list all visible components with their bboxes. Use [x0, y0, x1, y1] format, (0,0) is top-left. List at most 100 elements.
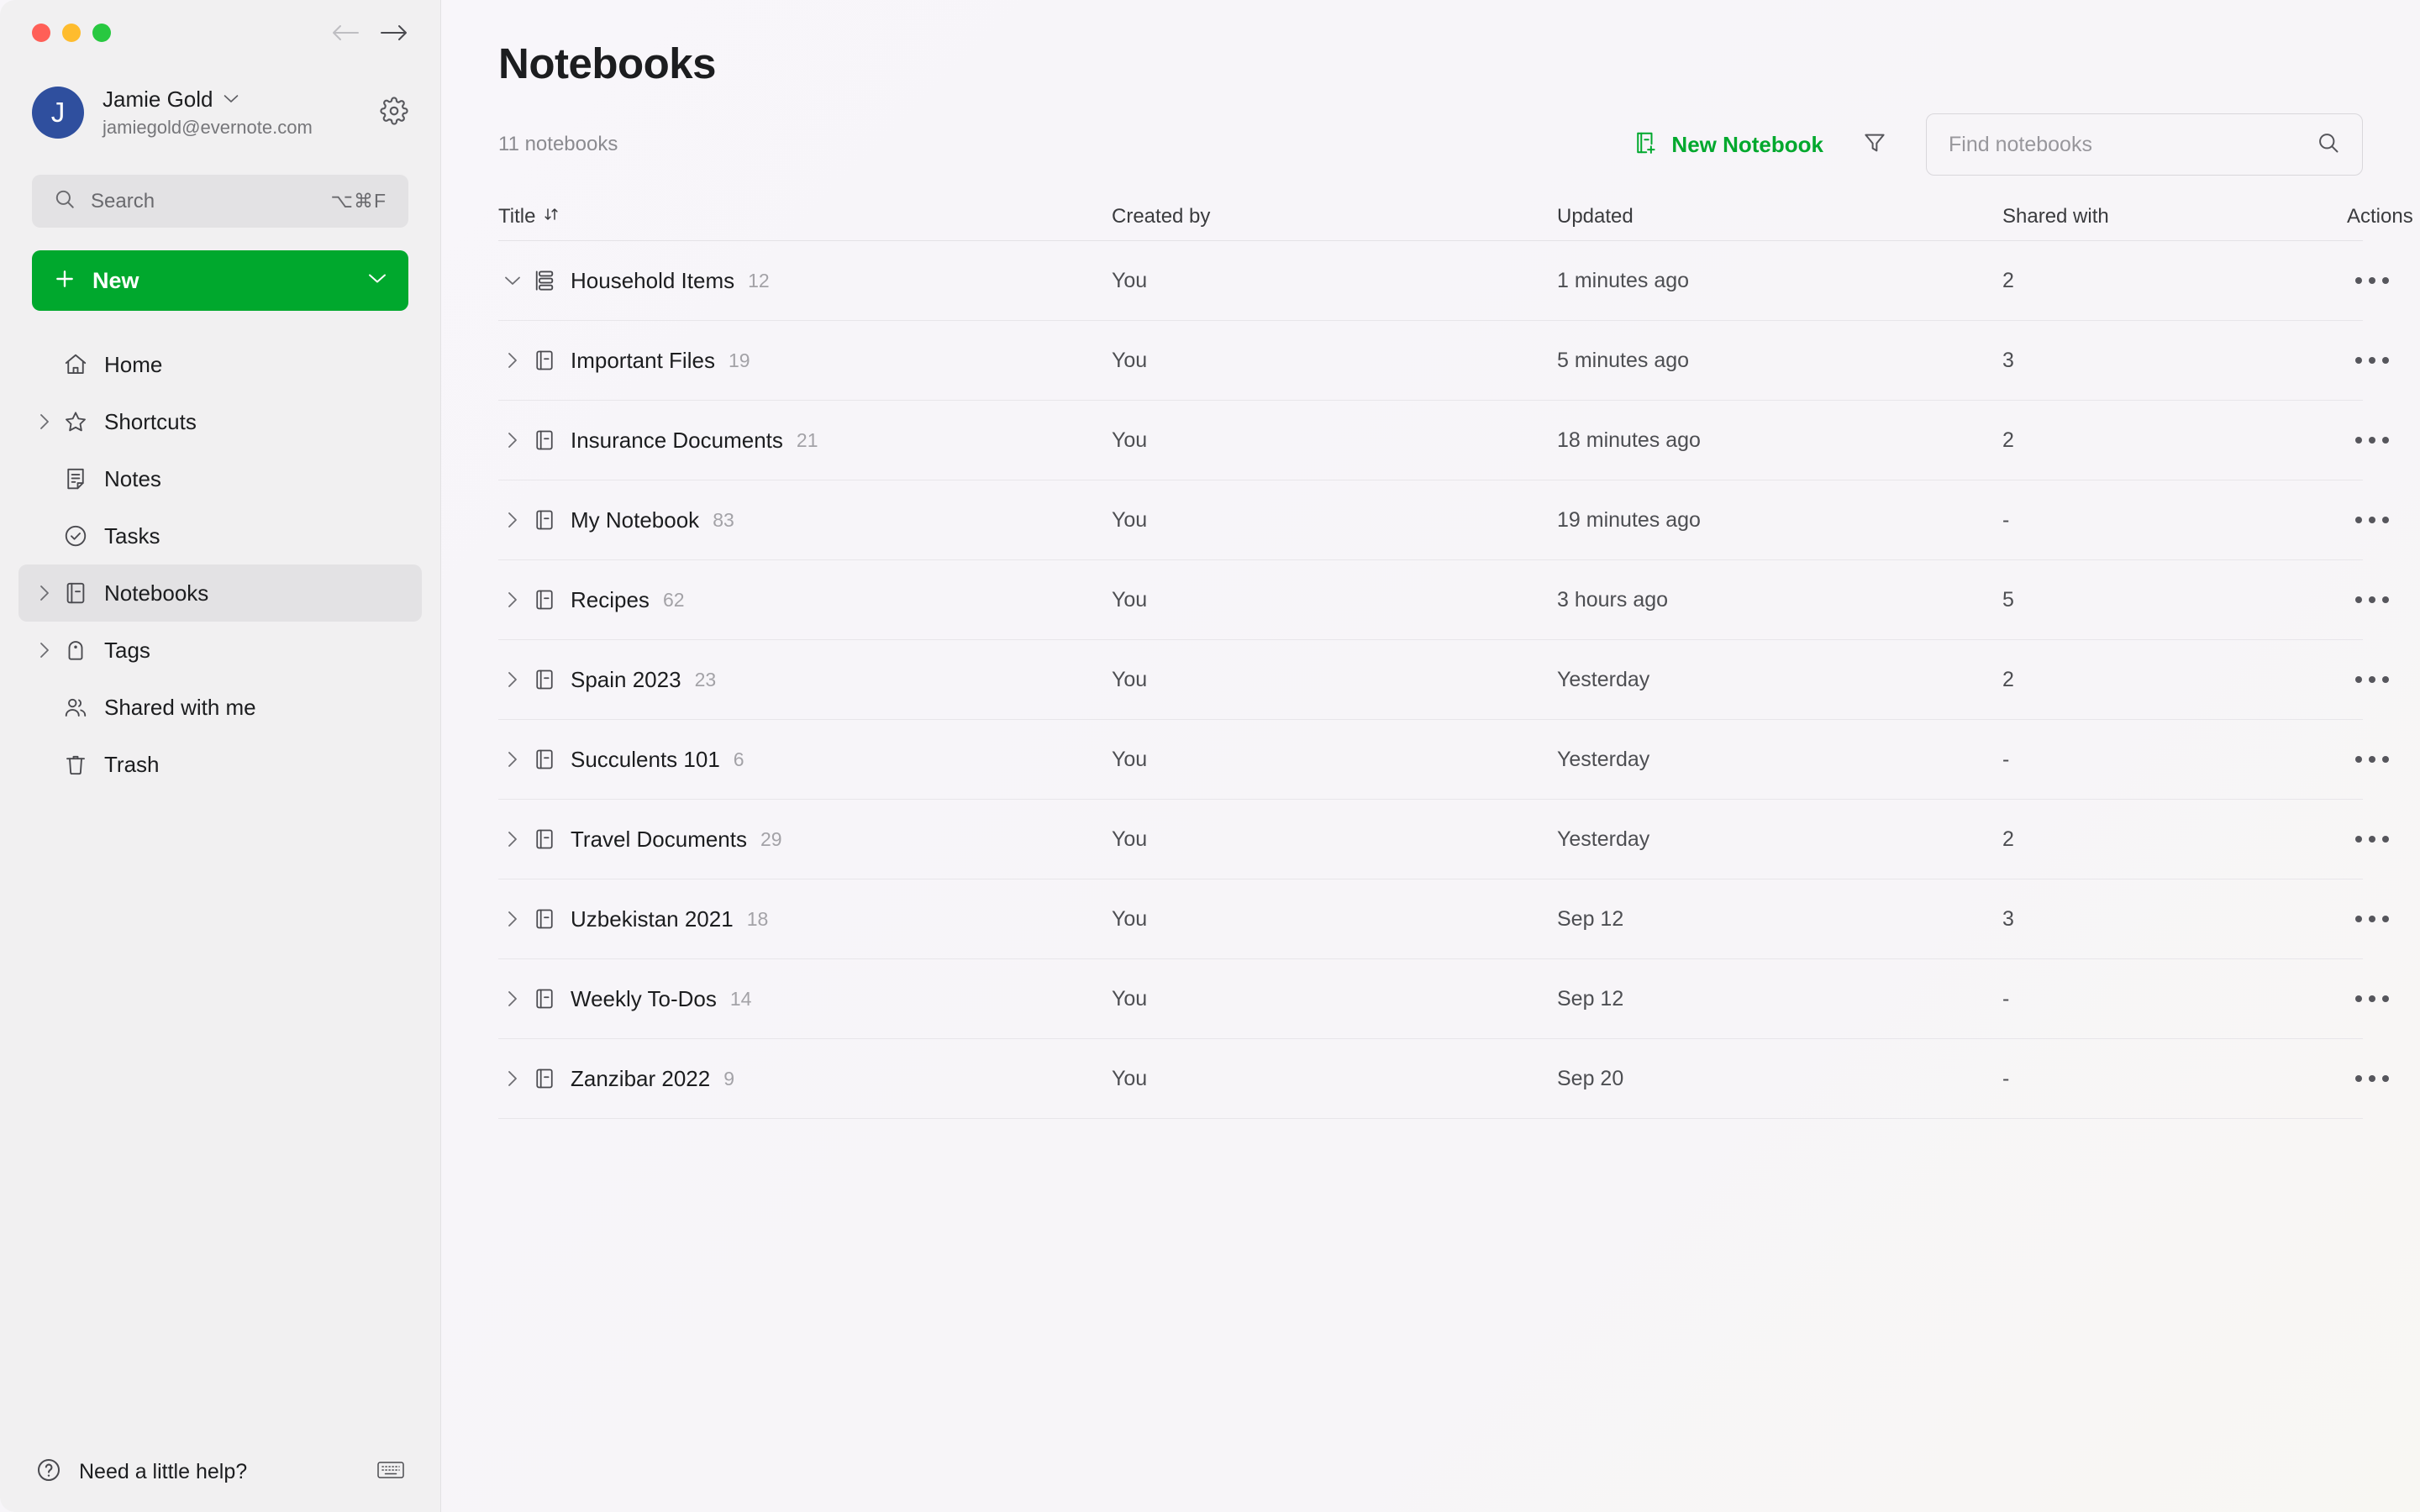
maximize-window-button[interactable]	[92, 24, 111, 42]
note-icon	[57, 466, 94, 491]
sidebar-item-notebooks[interactable]: Notebooks	[18, 564, 422, 622]
row-title-cell: Weekly To-Dos 14	[498, 986, 1112, 1012]
chevron-down-icon[interactable]	[498, 276, 527, 286]
chevron-right-icon[interactable]	[498, 432, 527, 449]
row-actions-menu-button[interactable]	[2347, 824, 2397, 854]
new-notebook-icon	[1633, 130, 1658, 160]
row-updated: 18 minutes ago	[1557, 428, 1701, 452]
row-actions-menu-button[interactable]	[2347, 345, 2397, 375]
chevron-down-icon[interactable]	[224, 92, 239, 108]
forward-arrow-icon[interactable]	[380, 23, 408, 43]
help-bar[interactable]: Need a little help?	[0, 1431, 440, 1512]
notebook-icon	[527, 987, 562, 1011]
row-actions-menu-button[interactable]	[2347, 904, 2397, 934]
chevron-right-icon[interactable]	[498, 1070, 527, 1087]
column-header-title[interactable]: Title	[498, 205, 1112, 228]
app-window: J Jamie Gold jamiegold@evernote.com Sear…	[0, 0, 2420, 1512]
table-row[interactable]: Weekly To-Dos 14 You Sep 12 -	[498, 959, 2389, 1039]
sidebar-item-shared-with-me[interactable]: Shared with me	[18, 679, 422, 736]
table-row[interactable]: Important Files 19 You 5 minutes ago 3	[498, 321, 2389, 401]
table-row[interactable]: Uzbekistan 2021 18 You Sep 12 3	[498, 879, 2389, 959]
row-shared-with: 2	[2002, 428, 2014, 452]
row-updated: 19 minutes ago	[1557, 507, 1701, 532]
table-row[interactable]: Succulents 101 6 You Yesterday -	[498, 720, 2389, 800]
close-window-button[interactable]	[32, 24, 50, 42]
chevron-right-icon[interactable]	[498, 831, 527, 848]
table-row[interactable]: Spain 2023 23 You Yesterday 2	[498, 640, 2389, 720]
page-title: Notebooks	[498, 39, 717, 87]
sidebar-item-tags[interactable]: Tags	[18, 622, 422, 679]
chevron-down-icon[interactable]	[368, 273, 387, 288]
find-notebooks-input[interactable]: Find notebooks	[1926, 113, 2363, 176]
minimize-window-button[interactable]	[62, 24, 81, 42]
sidebar-item-label: Tasks	[104, 522, 160, 549]
row-actions-menu-button[interactable]	[2347, 984, 2397, 1014]
keyboard-icon[interactable]	[376, 1459, 405, 1485]
chevron-right-icon[interactable]	[498, 671, 527, 688]
row-actions-menu-button[interactable]	[2347, 1063, 2397, 1094]
sidebar-item-shortcuts[interactable]: Shortcuts	[18, 393, 422, 450]
row-actions-cell	[2347, 904, 2401, 934]
table-body: Household Items 12 You 1 minutes ago 2 I…	[498, 241, 2389, 1119]
account-section[interactable]: J Jamie Gold jamiegold@evernote.com	[0, 66, 440, 153]
search-input[interactable]: Search ⌥⌘F	[32, 175, 408, 228]
row-created-by: You	[1112, 906, 1148, 931]
new-notebook-button[interactable]: New Notebook	[1633, 130, 1823, 160]
column-header-created-by[interactable]: Created by	[1112, 205, 1557, 228]
row-actions-menu-button[interactable]	[2347, 585, 2397, 615]
row-actions-menu-button[interactable]	[2347, 664, 2397, 695]
row-updated: Sep 20	[1557, 1066, 1624, 1090]
row-updated: 1 minutes ago	[1557, 268, 1690, 292]
traffic-lights	[32, 24, 111, 42]
row-actions-menu-button[interactable]	[2347, 265, 2397, 296]
window-titlebar	[0, 0, 440, 66]
sidebar-item-notes[interactable]: Notes	[18, 450, 422, 507]
sidebar-item-trash[interactable]: Trash	[18, 736, 422, 793]
row-updated: 3 hours ago	[1557, 587, 1669, 612]
table-row[interactable]: Insurance Documents 21 You 18 minutes ag…	[498, 401, 2389, 480]
sort-arrows-icon[interactable]	[544, 205, 559, 228]
chevron-right-icon[interactable]	[498, 990, 527, 1007]
table-row[interactable]: Household Items 12 You 1 minutes ago 2	[498, 241, 2389, 321]
notebook-icon	[527, 508, 562, 532]
chevron-right-icon[interactable]	[32, 413, 57, 430]
row-actions-cell	[2347, 824, 2401, 854]
search-icon[interactable]	[2317, 131, 2340, 159]
table-row[interactable]: Travel Documents 29 You Yesterday 2	[498, 800, 2389, 879]
column-header-updated[interactable]: Updated	[1557, 205, 2002, 228]
sidebar-item-home[interactable]: Home	[18, 336, 422, 393]
sidebar-item-tasks[interactable]: Tasks	[18, 507, 422, 564]
filter-icon[interactable]	[1852, 125, 1897, 165]
sidebar-item-label: Notes	[104, 465, 161, 491]
new-button-label: New	[92, 267, 139, 293]
toolbar-actions: New Notebook Find notebooks	[1633, 113, 2363, 176]
chevron-right-icon[interactable]	[32, 585, 57, 601]
chevron-right-icon[interactable]	[498, 352, 527, 369]
row-title: Important Files	[571, 347, 715, 373]
row-actions-menu-button[interactable]	[2347, 505, 2397, 535]
row-shared-with: 3	[2002, 906, 2014, 931]
chevron-right-icon[interactable]	[498, 512, 527, 528]
table-row[interactable]: Zanzibar 2022 9 You Sep 20 -	[498, 1039, 2389, 1119]
notebook-icon	[527, 668, 562, 691]
sidebar-item-label: Shortcuts	[104, 408, 197, 434]
chevron-right-icon[interactable]	[32, 642, 57, 659]
gear-icon[interactable]	[380, 96, 408, 129]
chevron-right-icon[interactable]	[498, 591, 527, 608]
question-circle-icon	[35, 1457, 62, 1488]
table-row[interactable]: Recipes 62 You 3 hours ago 5	[498, 560, 2389, 640]
new-button[interactable]: New	[32, 250, 408, 311]
row-title: Weekly To-Dos	[571, 985, 717, 1011]
table-row[interactable]: My Notebook 83 You 19 minutes ago -	[498, 480, 2389, 560]
row-actions-menu-button[interactable]	[2347, 744, 2397, 774]
row-title-cell: Household Items 12	[498, 268, 1112, 294]
back-arrow-icon[interactable]	[331, 23, 360, 43]
row-title-cell: Travel Documents 29	[498, 827, 1112, 853]
column-header-shared-with[interactable]: Shared with	[2002, 205, 2347, 228]
row-note-count: 19	[728, 349, 750, 371]
row-actions-menu-button[interactable]	[2347, 425, 2397, 455]
chevron-right-icon[interactable]	[498, 751, 527, 768]
chevron-right-icon[interactable]	[498, 911, 527, 927]
row-actions-cell	[2347, 744, 2401, 774]
row-updated: Sep 12	[1557, 986, 1624, 1011]
